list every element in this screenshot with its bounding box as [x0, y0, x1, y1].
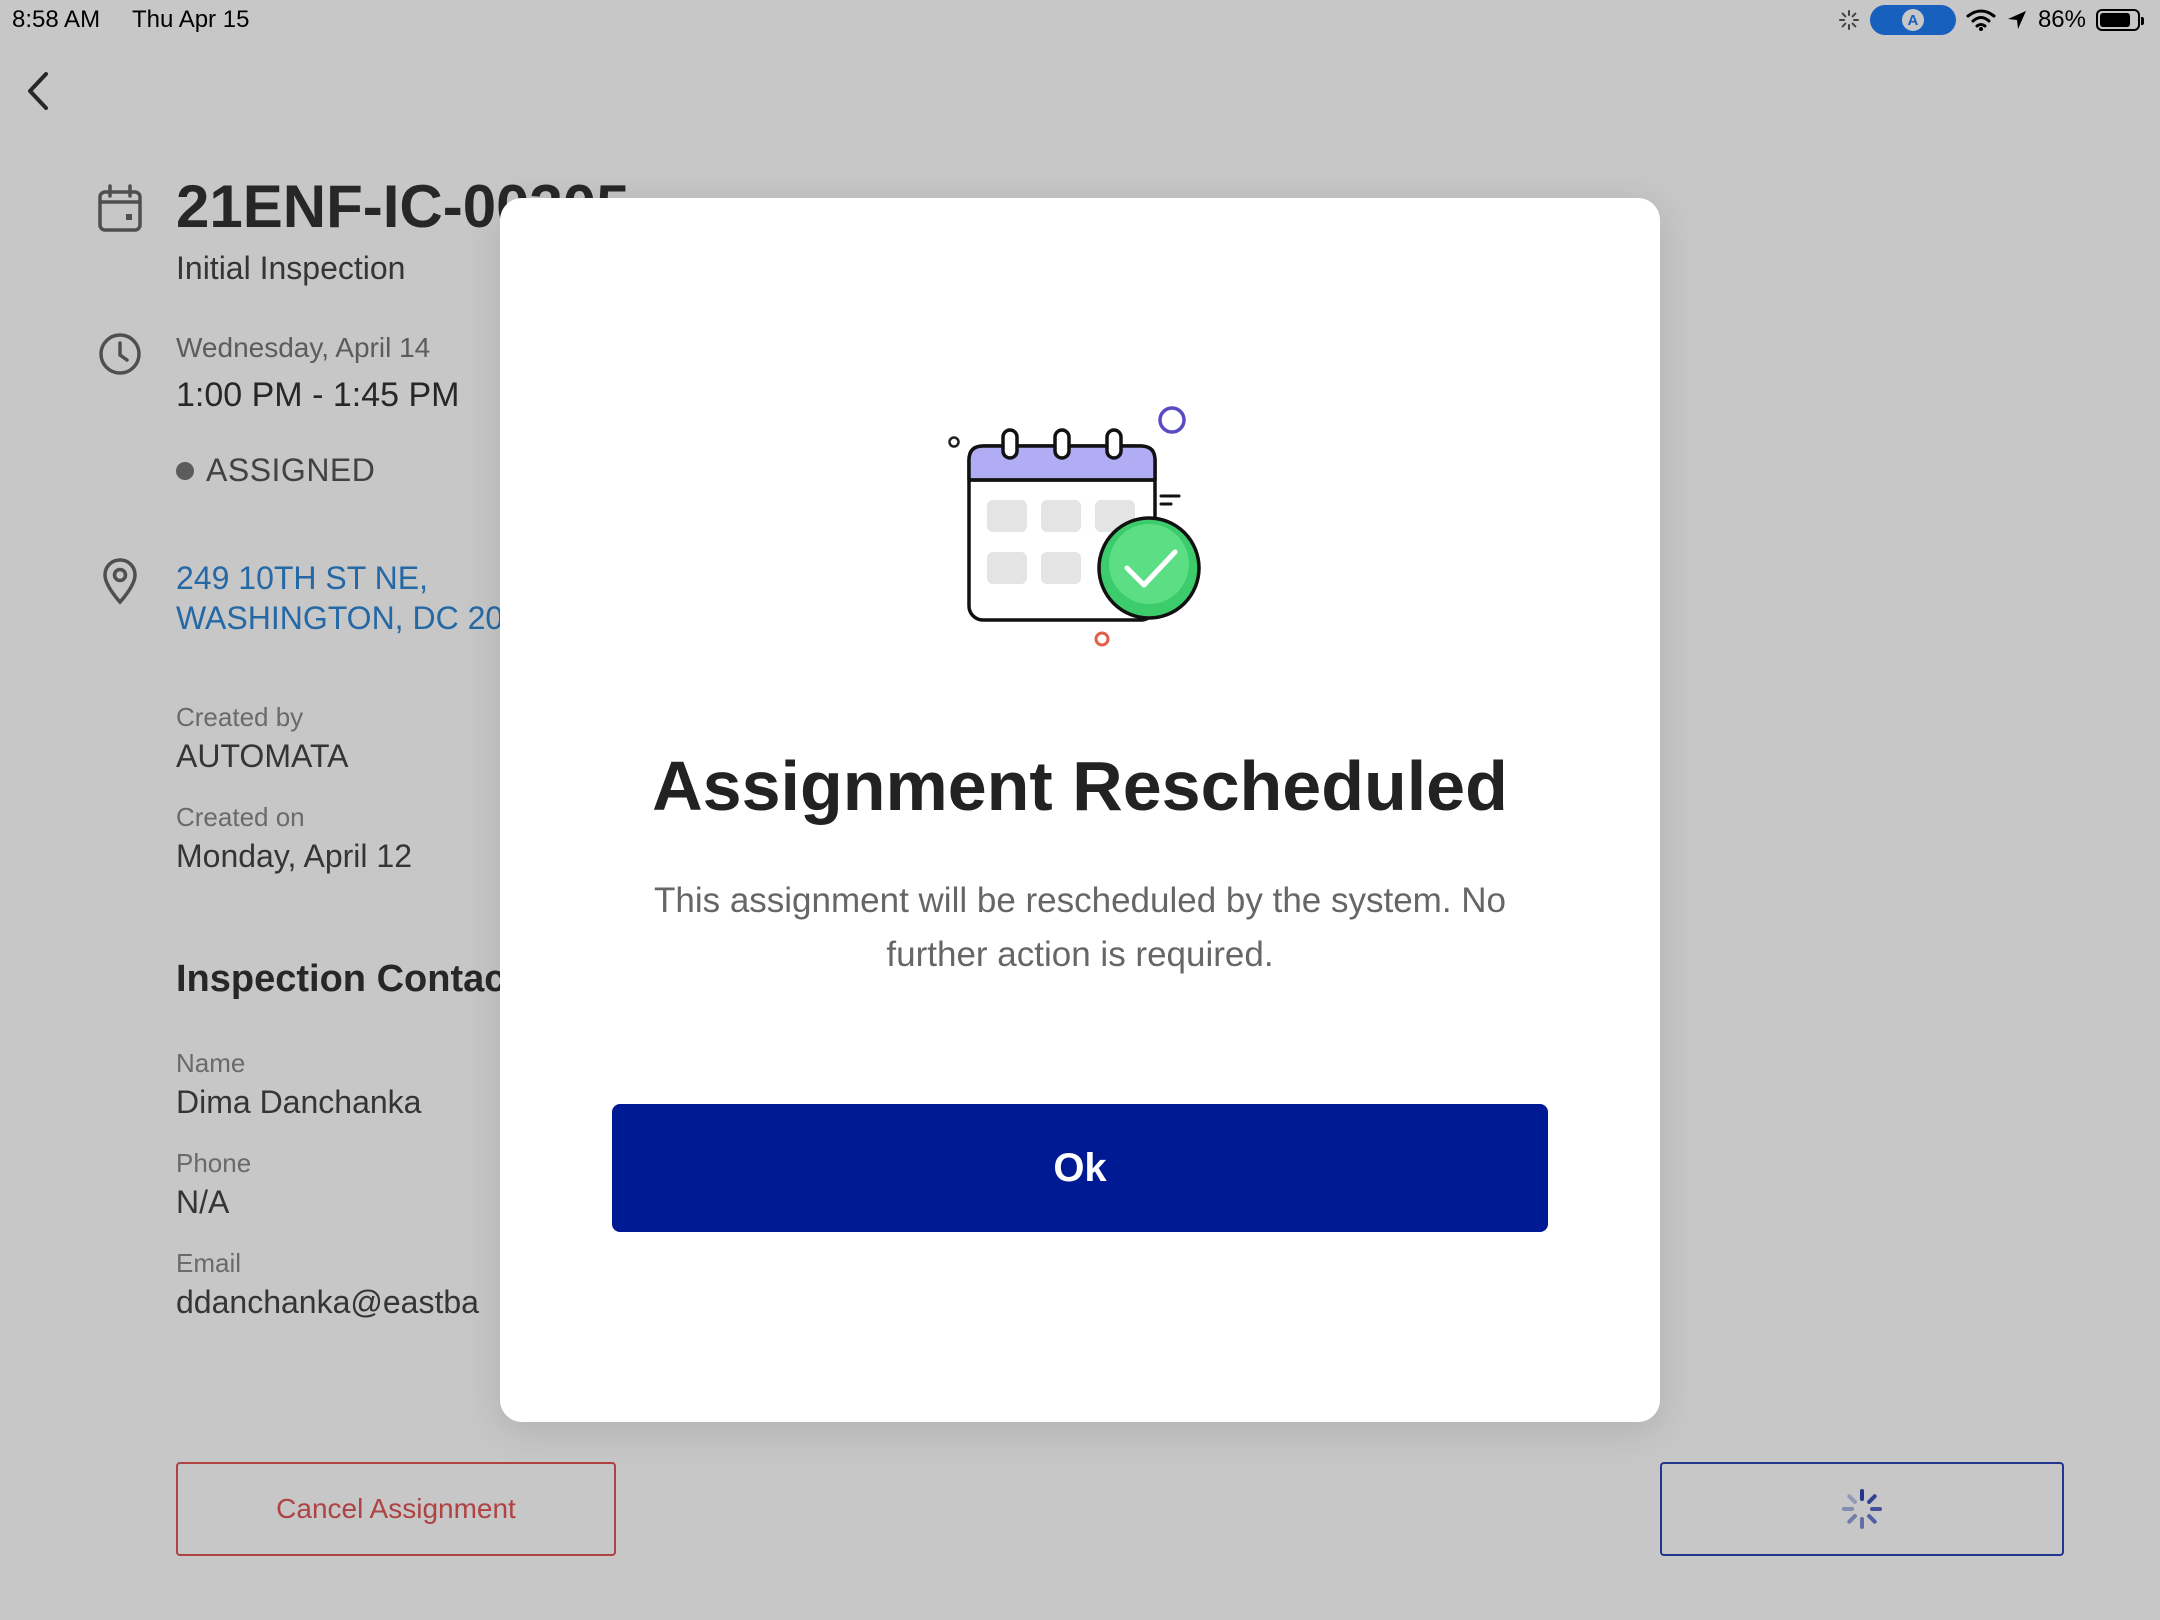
dialog-message: This assignment will be rescheduled by t… — [653, 881, 1507, 974]
dialog-title: Assignment Rescheduled — [652, 747, 1508, 825]
reschedule-dialog: Assignment Rescheduled This assignment w… — [500, 198, 1660, 1422]
calendar-check-icon — [948, 406, 1201, 647]
ok-button[interactable]: Ok — [612, 1104, 1548, 1232]
page: 8:58 AM Thu Apr 15 A 86% 21ENF-IC-00305 … — [0, 0, 2160, 1620]
